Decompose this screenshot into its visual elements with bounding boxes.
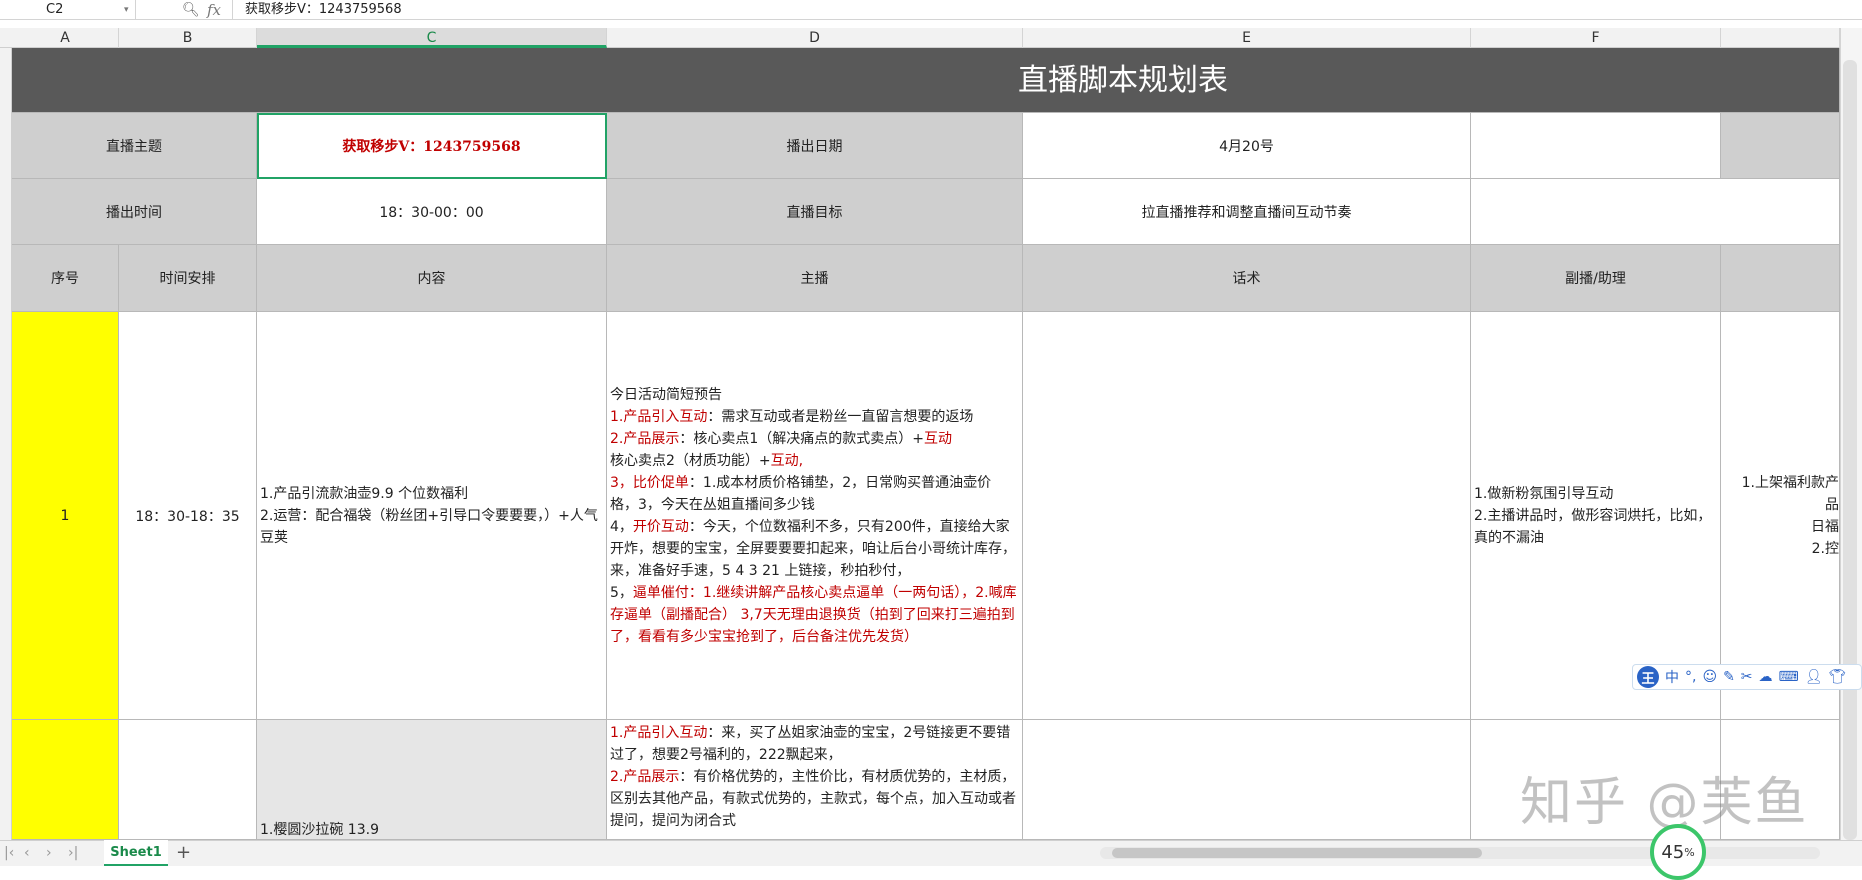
row1-time[interactable]: 18：30-18：35 bbox=[119, 312, 257, 720]
ime-toolbar[interactable]: 王 中 °, ☺ ✎ ✂ ☁ ⌨ 👤︎ 👕︎ bbox=[1632, 664, 1862, 690]
row2-host-l1-label: 1.产品引入互动 bbox=[610, 725, 708, 741]
host-l1-text: ：需求互动或者是粉丝一直留言想要的返场 bbox=[707, 408, 974, 425]
host-l3-interact: 互动, bbox=[770, 452, 804, 469]
column-header-c[interactable]: C bbox=[257, 28, 607, 48]
progress-unit: % bbox=[1684, 845, 1695, 859]
first-sheet-icon[interactable]: |‹ bbox=[4, 840, 14, 866]
zoom-search-icon[interactable]: 🔍︎ bbox=[182, 0, 200, 20]
label-air-time[interactable]: 播出时间 bbox=[12, 179, 257, 245]
row1-next-col[interactable]: 1.上架福利款产品 日福 2.控 bbox=[1721, 312, 1840, 720]
header-cut[interactable] bbox=[1721, 245, 1840, 312]
formula-input[interactable]: 获取移步V：1243759568 bbox=[232, 0, 1862, 20]
emoji-icon[interactable]: ☺ bbox=[1702, 669, 1717, 685]
column-header-f[interactable]: F bbox=[1471, 28, 1721, 48]
header-index[interactable]: 序号 bbox=[12, 245, 119, 312]
host-l4-label: 3，比价促单 bbox=[610, 474, 689, 491]
host-intro: 今日活动简短预告 bbox=[610, 386, 722, 403]
column-header-a[interactable]: A bbox=[12, 28, 119, 48]
row2-time[interactable] bbox=[119, 720, 257, 840]
label-live-theme[interactable]: 直播主题 bbox=[12, 113, 257, 179]
punctuation-icon[interactable]: °, bbox=[1685, 669, 1696, 685]
row2-host[interactable]: 1.产品引入互动：来，买了丛姐家油壶的宝宝，2号链接更不要错过了，想要2号福利的… bbox=[607, 720, 1023, 840]
vertical-scrollbar-thumb[interactable] bbox=[1843, 60, 1857, 840]
column-header-g[interactable] bbox=[1721, 28, 1840, 48]
label-cell-cut[interactable] bbox=[1721, 113, 1840, 179]
row1-script[interactable] bbox=[1023, 312, 1471, 720]
scissors-icon[interactable]: ✂ bbox=[1741, 669, 1753, 685]
row1-assistant[interactable]: 1.做新粉氛围引导互动 2.主播讲品时，做形容词烘托，比如，真的不漏油 bbox=[1471, 312, 1721, 720]
add-sheet-button[interactable]: + bbox=[176, 840, 191, 866]
empty-cell[interactable] bbox=[1471, 179, 1840, 245]
row2-script[interactable] bbox=[1023, 720, 1471, 840]
row2-host-l2-label: 2.产品展示 bbox=[610, 769, 680, 785]
chevron-down-icon[interactable]: ▾ bbox=[124, 0, 129, 20]
header-host[interactable]: 主播 bbox=[607, 245, 1023, 312]
row1-content[interactable]: 1.产品引流款油壶9.9 个位数福利 2.运营：配合福袋（粉丝团+引导口令要要要… bbox=[257, 312, 607, 720]
host-l5-label: 开价互动 bbox=[632, 518, 689, 535]
host-l2-text: ：核心卖点1（解决痛点的款式卖点）+ bbox=[679, 430, 924, 447]
live-goal-value[interactable]: 拉直播推荐和调整直播间互动节奏 bbox=[1023, 179, 1471, 245]
host-l2-label: 2.产品展示 bbox=[610, 430, 680, 447]
host-l2-interact: 互动 bbox=[924, 430, 952, 447]
air-date-value[interactable]: 4月20号 bbox=[1023, 113, 1471, 179]
live-theme-value[interactable]: 获取移步V：1243759568 bbox=[257, 113, 607, 179]
keyboard-icon[interactable]: ⌨ bbox=[1779, 669, 1799, 685]
progress-value: 45 bbox=[1661, 841, 1685, 863]
cloud-icon[interactable]: ☁ bbox=[1759, 669, 1773, 685]
row1-host[interactable]: 今日活动简短预告 1.产品引入互动：需求互动或者是粉丝一直留言想要的返场 2.产… bbox=[607, 312, 1023, 720]
header-script[interactable]: 话术 bbox=[1023, 245, 1471, 312]
row1-index[interactable]: 1 bbox=[12, 312, 119, 720]
column-header-row: A B C D E F bbox=[0, 28, 1840, 48]
name-box[interactable]: C2 bbox=[0, 0, 136, 20]
header-content[interactable]: 内容 bbox=[257, 245, 607, 312]
header-assistant[interactable]: 副播/助理 bbox=[1471, 245, 1721, 312]
host-l6-text: 逼单催付：1.继续讲解产品核心卖点逼单（一两句话），2.喊库存逼单（副播配合） … bbox=[610, 584, 1017, 645]
row2-content[interactable]: 1.樱圆沙拉碗 13.9 bbox=[257, 720, 607, 840]
sheet-title-cell[interactable] bbox=[12, 48, 1840, 113]
prev-sheet-icon[interactable]: ‹ bbox=[24, 840, 30, 866]
shirt-icon[interactable]: 👕︎ bbox=[1829, 669, 1847, 685]
column-header-b[interactable]: B bbox=[119, 28, 257, 48]
next-sheet-icon[interactable]: › bbox=[46, 840, 52, 866]
header-time-schedule[interactable]: 时间安排 bbox=[119, 245, 257, 312]
last-sheet-icon[interactable]: ›| bbox=[68, 840, 78, 866]
host-l5-num: 4， bbox=[610, 518, 633, 535]
label-air-date[interactable]: 播出日期 bbox=[607, 113, 1023, 179]
host-l6-num: 5， bbox=[610, 584, 633, 601]
pen-icon[interactable]: ✎ bbox=[1723, 669, 1735, 685]
label-live-goal[interactable]: 直播目标 bbox=[607, 179, 1023, 245]
horizontal-scrollbar-thumb[interactable] bbox=[1112, 848, 1482, 858]
progress-badge[interactable]: 45% bbox=[1650, 824, 1706, 880]
row-header-strip bbox=[0, 48, 12, 840]
watermark: 知乎 @芙鱼 bbox=[1520, 773, 1809, 833]
empty-cell[interactable] bbox=[1471, 113, 1721, 179]
host-l3-text: 核心卖点2（材质功能）+ bbox=[610, 452, 771, 469]
fx-icon[interactable]: fx bbox=[207, 0, 221, 20]
column-header-e[interactable]: E bbox=[1023, 28, 1471, 48]
sheet-title: 直播脚本规划表 bbox=[1018, 63, 1228, 98]
user-icon[interactable]: 👤︎ bbox=[1805, 669, 1823, 685]
ime-mode-toggle[interactable]: 中 bbox=[1665, 667, 1679, 687]
column-header-d[interactable]: D bbox=[607, 28, 1023, 48]
host-l1-label: 1.产品引入互动 bbox=[610, 408, 708, 425]
air-time-value[interactable]: 18：30-00：00 bbox=[257, 179, 607, 245]
ime-logo-icon[interactable]: 王 bbox=[1637, 666, 1659, 688]
sheet-tab-sheet1[interactable]: Sheet1 bbox=[104, 840, 168, 866]
row2-index[interactable] bbox=[12, 720, 119, 840]
